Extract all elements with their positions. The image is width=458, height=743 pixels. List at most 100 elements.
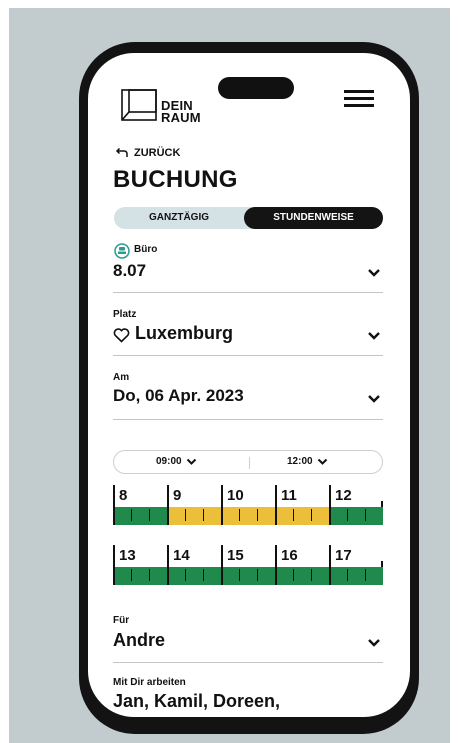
- office-label: Büro: [134, 244, 158, 255]
- hour-line: [113, 545, 115, 585]
- quarter-tick: [185, 509, 186, 521]
- slot-fill-available: [277, 567, 329, 585]
- toggle-option-stundenweise[interactable]: STUNDENWEISE: [244, 207, 383, 229]
- time-range-selector: 09:00 12:00: [113, 450, 383, 474]
- person-value: Andre: [113, 630, 166, 650]
- hour-label: 12: [335, 487, 352, 504]
- hour-line: [221, 545, 223, 585]
- back-arrow-icon: [115, 148, 128, 157]
- quarter-tick: [239, 509, 240, 521]
- separator: [249, 457, 250, 469]
- logo-line-2: RAUM: [161, 110, 201, 125]
- start-time-value: 09:00: [156, 456, 182, 467]
- slot-fill-available: [223, 567, 275, 585]
- hour-line: [167, 545, 169, 585]
- hour-line: [329, 485, 331, 525]
- chevron-down-icon: [368, 639, 380, 647]
- quarter-tick: [347, 569, 348, 581]
- office-icon: [114, 243, 130, 259]
- slot-fill-selected: [223, 507, 275, 525]
- quarter-tick: [149, 509, 150, 521]
- hour-slot-15[interactable]: 15: [221, 545, 275, 585]
- heart-icon[interactable]: [113, 328, 130, 343]
- quarter-tick: [185, 569, 186, 581]
- hour-slot-8[interactable]: 8: [113, 485, 167, 525]
- logo-icon: [121, 89, 157, 121]
- chevron-down-icon: [317, 458, 327, 465]
- divider: [113, 419, 383, 420]
- hour-line: [275, 545, 277, 585]
- hour-slot-10[interactable]: 10: [221, 485, 275, 525]
- date-label: Am: [113, 372, 130, 383]
- hamburger-menu-icon[interactable]: [344, 88, 374, 110]
- quarter-tick: [131, 569, 132, 581]
- quarter-tick: [257, 569, 258, 581]
- end-time-dropdown[interactable]: 12:00: [287, 456, 328, 467]
- hour-slot-13[interactable]: 13: [113, 545, 167, 585]
- chevron-down-icon: [368, 269, 380, 277]
- seat-label: Platz: [113, 309, 137, 320]
- hour-label: 11: [281, 487, 297, 504]
- app-screen: DEIN RAUM ZURÜCK BUCHUNG GANZTÄGIG STUND…: [88, 53, 410, 717]
- end-time-value: 12:00: [287, 456, 313, 467]
- hour-line: [275, 485, 277, 525]
- back-label: ZURÜCK: [134, 147, 181, 159]
- hour-slot-11[interactable]: 11: [275, 485, 329, 525]
- divider: [113, 355, 383, 356]
- toggle-option-ganztaegig[interactable]: GANZTÄGIG: [114, 207, 244, 229]
- quarter-tick: [149, 569, 150, 581]
- hour-slot-17[interactable]: 17: [329, 545, 383, 585]
- colleagues-value: Jan, Kamil, Doreen,: [113, 691, 281, 711]
- hour-line: [167, 485, 169, 525]
- chevron-down-icon: [186, 458, 196, 465]
- start-time-dropdown[interactable]: 09:00: [156, 456, 197, 467]
- quarter-tick: [311, 509, 312, 521]
- slot-fill-selected: [277, 507, 329, 525]
- hour-slot-14[interactable]: 14: [167, 545, 221, 585]
- quarter-tick: [347, 509, 348, 521]
- page-title: BUCHUNG: [113, 166, 238, 193]
- slot-fill-available: [331, 507, 383, 525]
- chevron-down-icon: [368, 395, 380, 403]
- hour-label: 9: [173, 487, 182, 504]
- quarter-tick: [311, 569, 312, 581]
- hour-label: 8: [119, 487, 128, 504]
- person-label: Für: [113, 615, 130, 626]
- background-panel: DEIN RAUM ZURÜCK BUCHUNG GANZTÄGIG STUND…: [9, 8, 450, 743]
- slot-fill-selected: [169, 507, 221, 525]
- quarter-tick: [293, 569, 294, 581]
- hour-label: 17: [335, 547, 352, 564]
- slot-fill-available: [169, 567, 221, 585]
- hour-slot-12[interactable]: 12: [329, 485, 383, 525]
- hour-label: 14: [173, 547, 190, 564]
- chevron-down-icon: [368, 332, 380, 340]
- hour-label: 10: [227, 487, 244, 504]
- camera-notch: [218, 77, 294, 99]
- slot-fill-available: [115, 507, 167, 525]
- hour-grid-row-2: 13 14 15 16 17: [113, 545, 383, 585]
- divider: [113, 292, 383, 293]
- hour-label: 13: [119, 547, 136, 564]
- quarter-tick: [365, 509, 366, 521]
- office-value: 8.07: [113, 261, 147, 280]
- quarter-tick: [131, 509, 132, 521]
- quarter-tick: [239, 569, 240, 581]
- hour-line: [329, 545, 331, 585]
- hour-grid-row-1: 8 9 10 11 12: [113, 485, 383, 525]
- booking-mode-toggle: GANZTÄGIG STUNDENWEISE: [114, 207, 383, 229]
- back-link[interactable]: ZURÜCK: [115, 147, 180, 159]
- colleagues-label: Mit Dir arbeiten: [113, 677, 186, 688]
- quarter-tick: [203, 509, 204, 521]
- seat-value: Luxemburg: [135, 323, 234, 343]
- slot-fill-available: [331, 567, 383, 585]
- hour-label: 15: [227, 547, 244, 564]
- slot-fill-available: [115, 567, 167, 585]
- quarter-tick: [203, 569, 204, 581]
- hour-slot-16[interactable]: 16: [275, 545, 329, 585]
- date-value: Do, 06 Apr. 2023: [113, 386, 244, 405]
- quarter-tick: [293, 509, 294, 521]
- hour-line: [221, 485, 223, 525]
- hour-line: [113, 485, 115, 525]
- quarter-tick: [365, 569, 366, 581]
- hour-slot-9[interactable]: 9: [167, 485, 221, 525]
